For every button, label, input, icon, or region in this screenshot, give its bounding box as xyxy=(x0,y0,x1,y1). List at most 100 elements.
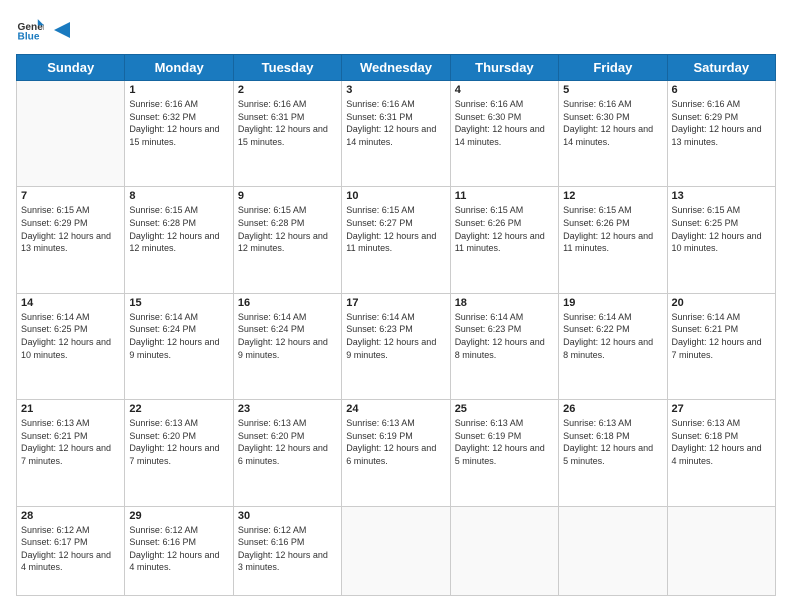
day-info: Sunrise: 6:14 AMSunset: 6:21 PMDaylight:… xyxy=(672,311,771,361)
day-number: 5 xyxy=(563,84,662,96)
day-number: 18 xyxy=(455,297,554,309)
calendar-cell: 1 Sunrise: 6:16 AMSunset: 6:32 PMDaylight… xyxy=(125,81,233,187)
calendar-cell: 26 Sunrise: 6:13 AMSunset: 6:18 PMDayligh… xyxy=(559,400,667,506)
calendar-day-header: Sunday xyxy=(17,55,125,81)
day-info: Sunrise: 6:14 AMSunset: 6:24 PMDaylight:… xyxy=(129,311,228,361)
day-info: Sunrise: 6:12 AMSunset: 6:17 PMDaylight:… xyxy=(21,524,120,574)
day-info: Sunrise: 6:12 AMSunset: 6:16 PMDaylight:… xyxy=(238,524,337,574)
calendar-day-header: Thursday xyxy=(450,55,558,81)
day-number: 24 xyxy=(346,403,445,415)
day-info: Sunrise: 6:14 AMSunset: 6:25 PMDaylight:… xyxy=(21,311,120,361)
day-number: 4 xyxy=(455,84,554,96)
calendar-cell: 29 Sunrise: 6:12 AMSunset: 6:16 PMDayligh… xyxy=(125,506,233,595)
day-info: Sunrise: 6:12 AMSunset: 6:16 PMDaylight:… xyxy=(129,524,228,574)
day-info: Sunrise: 6:16 AMSunset: 6:30 PMDaylight:… xyxy=(563,98,662,148)
calendar-cell: 10 Sunrise: 6:15 AMSunset: 6:27 PMDayligh… xyxy=(342,187,450,293)
day-info: Sunrise: 6:15 AMSunset: 6:28 PMDaylight:… xyxy=(129,204,228,254)
day-info: Sunrise: 6:13 AMSunset: 6:21 PMDaylight:… xyxy=(21,417,120,467)
calendar-table: SundayMondayTuesdayWednesdayThursdayFrid… xyxy=(16,54,776,596)
calendar-cell: 27 Sunrise: 6:13 AMSunset: 6:18 PMDayligh… xyxy=(667,400,775,506)
day-number: 23 xyxy=(238,403,337,415)
calendar-cell xyxy=(17,81,125,187)
day-number: 12 xyxy=(563,190,662,202)
day-number: 10 xyxy=(346,190,445,202)
day-number: 11 xyxy=(455,190,554,202)
day-info: Sunrise: 6:13 AMSunset: 6:19 PMDaylight:… xyxy=(346,417,445,467)
day-info: Sunrise: 6:13 AMSunset: 6:20 PMDaylight:… xyxy=(238,417,337,467)
day-number: 13 xyxy=(672,190,771,202)
logo: General Blue xyxy=(16,16,72,44)
day-number: 21 xyxy=(21,403,120,415)
calendar-cell: 3 Sunrise: 6:16 AMSunset: 6:31 PMDaylight… xyxy=(342,81,450,187)
day-info: Sunrise: 6:13 AMSunset: 6:18 PMDaylight:… xyxy=(672,417,771,467)
calendar-day-header: Tuesday xyxy=(233,55,341,81)
day-number: 14 xyxy=(21,297,120,309)
day-info: Sunrise: 6:14 AMSunset: 6:22 PMDaylight:… xyxy=(563,311,662,361)
day-number: 27 xyxy=(672,403,771,415)
calendar-cell: 18 Sunrise: 6:14 AMSunset: 6:23 PMDayligh… xyxy=(450,293,558,399)
day-number: 1 xyxy=(129,84,228,96)
calendar-day-header: Friday xyxy=(559,55,667,81)
calendar-cell: 12 Sunrise: 6:15 AMSunset: 6:26 PMDayligh… xyxy=(559,187,667,293)
day-info: Sunrise: 6:13 AMSunset: 6:20 PMDaylight:… xyxy=(129,417,228,467)
day-number: 17 xyxy=(346,297,445,309)
day-info: Sunrise: 6:15 AMSunset: 6:27 PMDaylight:… xyxy=(346,204,445,254)
calendar-week-row: 14 Sunrise: 6:14 AMSunset: 6:25 PMDayligh… xyxy=(17,293,776,399)
calendar-cell: 23 Sunrise: 6:13 AMSunset: 6:20 PMDayligh… xyxy=(233,400,341,506)
day-number: 25 xyxy=(455,403,554,415)
calendar-day-header: Saturday xyxy=(667,55,775,81)
day-info: Sunrise: 6:15 AMSunset: 6:26 PMDaylight:… xyxy=(563,204,662,254)
calendar-cell: 24 Sunrise: 6:13 AMSunset: 6:19 PMDayligh… xyxy=(342,400,450,506)
calendar-cell: 14 Sunrise: 6:14 AMSunset: 6:25 PMDayligh… xyxy=(17,293,125,399)
calendar-cell: 13 Sunrise: 6:15 AMSunset: 6:25 PMDayligh… xyxy=(667,187,775,293)
day-number: 22 xyxy=(129,403,228,415)
calendar-cell: 19Sunrise: 6:14 AMSunset: 6:22 PMDayligh… xyxy=(559,293,667,399)
calendar-cell: 7Sunrise: 6:15 AMSunset: 6:29 PMDaylight… xyxy=(17,187,125,293)
calendar-cell: 2Sunrise: 6:16 AMSunset: 6:31 PMDaylight… xyxy=(233,81,341,187)
day-info: Sunrise: 6:16 AMSunset: 6:29 PMDaylight:… xyxy=(672,98,771,148)
calendar-cell: 20Sunrise: 6:14 AMSunset: 6:21 PMDayligh… xyxy=(667,293,775,399)
calendar-cell: 17Sunrise: 6:14 AMSunset: 6:23 PMDayligh… xyxy=(342,293,450,399)
day-number: 26 xyxy=(563,403,662,415)
day-info: Sunrise: 6:15 AMSunset: 6:26 PMDaylight:… xyxy=(455,204,554,254)
calendar-day-header: Monday xyxy=(125,55,233,81)
calendar-week-row: 7Sunrise: 6:15 AMSunset: 6:29 PMDaylight… xyxy=(17,187,776,293)
day-info: Sunrise: 6:16 AMSunset: 6:31 PMDaylight:… xyxy=(238,98,337,148)
day-number: 9 xyxy=(238,190,337,202)
day-info: Sunrise: 6:15 AMSunset: 6:25 PMDaylight:… xyxy=(672,204,771,254)
calendar-cell xyxy=(559,506,667,595)
day-info: Sunrise: 6:13 AMSunset: 6:19 PMDaylight:… xyxy=(455,417,554,467)
day-number: 8 xyxy=(129,190,228,202)
calendar-cell: 25 Sunrise: 6:13 AMSunset: 6:19 PMDayligh… xyxy=(450,400,558,506)
day-number: 6 xyxy=(672,84,771,96)
logo-arrow-icon xyxy=(52,20,72,40)
page-header: General Blue xyxy=(16,16,776,44)
day-number: 3 xyxy=(346,84,445,96)
day-info: Sunrise: 6:13 AMSunset: 6:18 PMDaylight:… xyxy=(563,417,662,467)
svg-text:Blue: Blue xyxy=(18,31,40,42)
day-number: 29 xyxy=(129,510,228,522)
calendar-cell: 5 Sunrise: 6:16 AMSunset: 6:30 PMDaylight… xyxy=(559,81,667,187)
day-info: Sunrise: 6:15 AMSunset: 6:28 PMDaylight:… xyxy=(238,204,337,254)
calendar-cell: 6 Sunrise: 6:16 AMSunset: 6:29 PMDaylight… xyxy=(667,81,775,187)
day-info: Sunrise: 6:14 AMSunset: 6:24 PMDaylight:… xyxy=(238,311,337,361)
calendar-day-header: Wednesday xyxy=(342,55,450,81)
day-number: 16 xyxy=(238,297,337,309)
logo-icon: General Blue xyxy=(16,16,44,44)
calendar-cell xyxy=(342,506,450,595)
calendar-cell: 9 Sunrise: 6:15 AMSunset: 6:28 PMDaylight… xyxy=(233,187,341,293)
day-info: Sunrise: 6:16 AMSunset: 6:31 PMDaylight:… xyxy=(346,98,445,148)
calendar-cell: 21 Sunrise: 6:13 AMSunset: 6:21 PMDayligh… xyxy=(17,400,125,506)
calendar-header-row: SundayMondayTuesdayWednesdayThursdayFrid… xyxy=(17,55,776,81)
calendar-cell xyxy=(667,506,775,595)
day-info: Sunrise: 6:16 AMSunset: 6:32 PMDaylight:… xyxy=(129,98,228,148)
calendar-cell: 28Sunrise: 6:12 AMSunset: 6:17 PMDayligh… xyxy=(17,506,125,595)
day-info: Sunrise: 6:15 AMSunset: 6:29 PMDaylight:… xyxy=(21,204,120,254)
calendar-cell: 15 Sunrise: 6:14 AMSunset: 6:24 PMDayligh… xyxy=(125,293,233,399)
calendar-week-row: 28Sunrise: 6:12 AMSunset: 6:17 PMDayligh… xyxy=(17,506,776,595)
calendar-cell: 16 Sunrise: 6:14 AMSunset: 6:24 PMDayligh… xyxy=(233,293,341,399)
day-number: 15 xyxy=(129,297,228,309)
calendar-cell: 8 Sunrise: 6:15 AMSunset: 6:28 PMDaylight… xyxy=(125,187,233,293)
calendar-cell xyxy=(450,506,558,595)
day-info: Sunrise: 6:14 AMSunset: 6:23 PMDaylight:… xyxy=(455,311,554,361)
